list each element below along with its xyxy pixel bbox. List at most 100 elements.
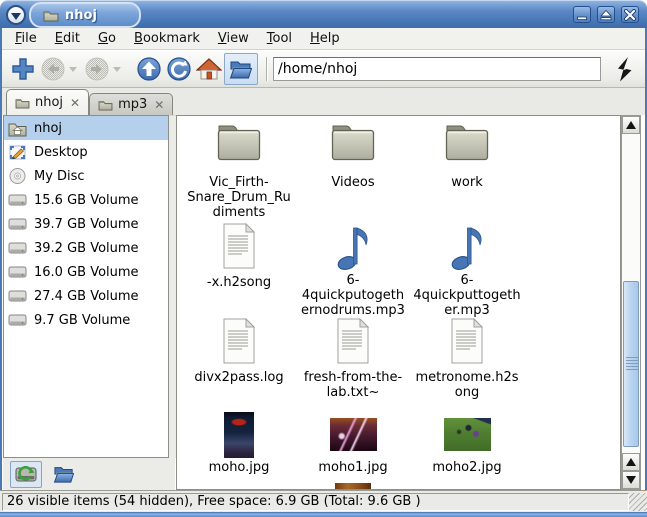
file-item[interactable]: moho1.jpg [296,409,410,487]
file-item[interactable]: Vic_Firth-Snare_Drum_Rudiments [182,122,296,222]
menu-bookmark[interactable]: Bookmark [125,29,209,48]
scroll-up-button[interactable] [622,116,640,134]
file-name: Videos [298,175,408,190]
tab-mp3[interactable]: mp3 ✕ [89,93,173,115]
maximize-button[interactable] [597,6,615,23]
file-name: work [412,175,522,190]
address-bar-input[interactable] [273,57,601,81]
menu-file[interactable]: File [6,29,46,48]
partially-visible-thumbnail [335,483,371,490]
places-sidebar: nhoj Desktop My Disc [3,115,169,458]
drive-mount-icon [14,463,38,485]
tab-close-icon[interactable]: ✕ [154,98,164,112]
up-arrow-icon [626,458,636,466]
scroll-down-button[interactable] [622,471,640,489]
folder-icon [443,122,491,164]
tab-nhoj[interactable]: nhoj ✕ [6,89,89,115]
hard-drive-icon [8,217,27,231]
file-item[interactable]: moho2.jpg [410,409,524,487]
back-dropdown-icon[interactable] [69,67,77,72]
window-menu-button[interactable] [6,5,26,25]
forward-button[interactable] [82,54,112,84]
file-name: moho.jpg [184,460,294,475]
sidebar-item-label: nhoj [34,121,62,136]
forward-dropdown-icon[interactable] [113,67,121,72]
open-folder-icon [228,58,254,80]
hard-drive-icon [8,241,27,255]
folder-icon [98,99,113,111]
tab-label: nhoj [35,95,63,110]
image-thumbnail [444,418,491,451]
file-item[interactable]: 6-4quickputtogether.mp3 [410,222,524,317]
vertical-scrollbar[interactable] [621,115,641,490]
file-name: moho1.jpg [298,460,408,475]
hard-drive-icon [8,289,27,303]
close-button[interactable] [621,6,639,23]
sidebar-item-desktop[interactable]: Desktop [4,140,168,164]
forward-arrow-icon [84,56,110,82]
open-folder-button[interactable] [224,53,258,85]
music-note-icon [447,222,487,272]
sidebar-item-volume-1[interactable]: 15.6 GB Volume [4,188,168,212]
resize-grip-icon[interactable] [629,493,647,511]
file-item[interactable]: moho.jpg [182,409,296,487]
file-name: fresh-from-the-lab.txt~ [298,370,408,400]
up-arrow-icon [626,121,636,129]
new-tab-button[interactable] [8,54,38,84]
file-name: moho2.jpg [412,460,522,475]
tab-bar: nhoj ✕ mp3 ✕ [2,88,645,115]
file-item[interactable]: fresh-from-the-lab.txt~ [296,317,410,409]
folder-icon [215,122,263,164]
file-name: -x.h2song [184,275,294,290]
file-item[interactable]: work [410,122,524,222]
sidebar-item-nhoj[interactable]: nhoj [4,116,168,140]
desktop-icon [8,144,27,161]
sidebar-item-volume-3[interactable]: 39.2 GB Volume [4,236,168,260]
scrollbar-thumb[interactable] [623,281,639,447]
hard-drive-icon [8,193,27,207]
title-bar[interactable]: nhoj [0,0,647,28]
sidebar-item-label: 15.6 GB Volume [34,193,139,208]
file-item[interactable]: metronome.h2song [410,317,524,409]
back-button[interactable] [38,54,68,84]
reload-button[interactable] [164,54,194,84]
menu-help[interactable]: Help [301,29,349,48]
pane-splitter[interactable] [169,115,176,458]
scroll-up-button-bottom[interactable] [622,453,640,471]
close-icon [624,9,636,21]
file-item[interactable]: -x.h2song [182,222,296,317]
sidebar-item-volume-6[interactable]: 9.7 GB Volume [4,308,168,332]
maximize-icon [600,9,612,21]
home-button[interactable] [194,54,224,84]
up-button[interactable] [134,54,164,84]
file-item[interactable]: divx2pass.log [182,317,296,409]
title-pill: nhoj [29,2,141,28]
show-volumes-button[interactable] [10,461,42,488]
sidebar-item-volume-5[interactable]: 27.4 GB Volume [4,284,168,308]
menu-view[interactable]: View [209,29,258,48]
show-directory-tree-button[interactable] [48,461,80,488]
sidebar-item-volume-4[interactable]: 16.0 GB Volume [4,260,168,284]
toolbar [2,51,645,88]
sidebar-item-my-disc[interactable]: My Disc [4,164,168,188]
sidebar-item-volume-2[interactable]: 39.7 GB Volume [4,212,168,236]
sidebar-item-label: 27.4 GB Volume [34,289,139,304]
up-arrow-icon [136,56,162,82]
toolbar-separator [266,57,267,81]
window-menu-icon [11,13,21,20]
folder-icon [43,9,59,22]
menu-edit[interactable]: Edit [46,29,89,48]
file-name: Vic_Firth-Snare_Drum_Rudiments [184,175,294,220]
sidebar-item-label: My Disc [34,169,85,184]
down-arrow-icon [626,476,636,484]
quick-tool-button[interactable] [609,54,639,84]
text-file-icon [448,317,486,365]
tab-close-icon[interactable]: ✕ [70,96,80,110]
minimize-button[interactable] [573,6,591,23]
file-item[interactable]: Videos [296,122,410,222]
file-item[interactable]: 6-4quickputogethernodrums.mp3 [296,222,410,317]
folder-icon [329,122,377,164]
menu-tool[interactable]: Tool [258,29,301,48]
menu-go[interactable]: Go [89,29,125,48]
sidebar-item-label: 39.2 GB Volume [34,241,139,256]
